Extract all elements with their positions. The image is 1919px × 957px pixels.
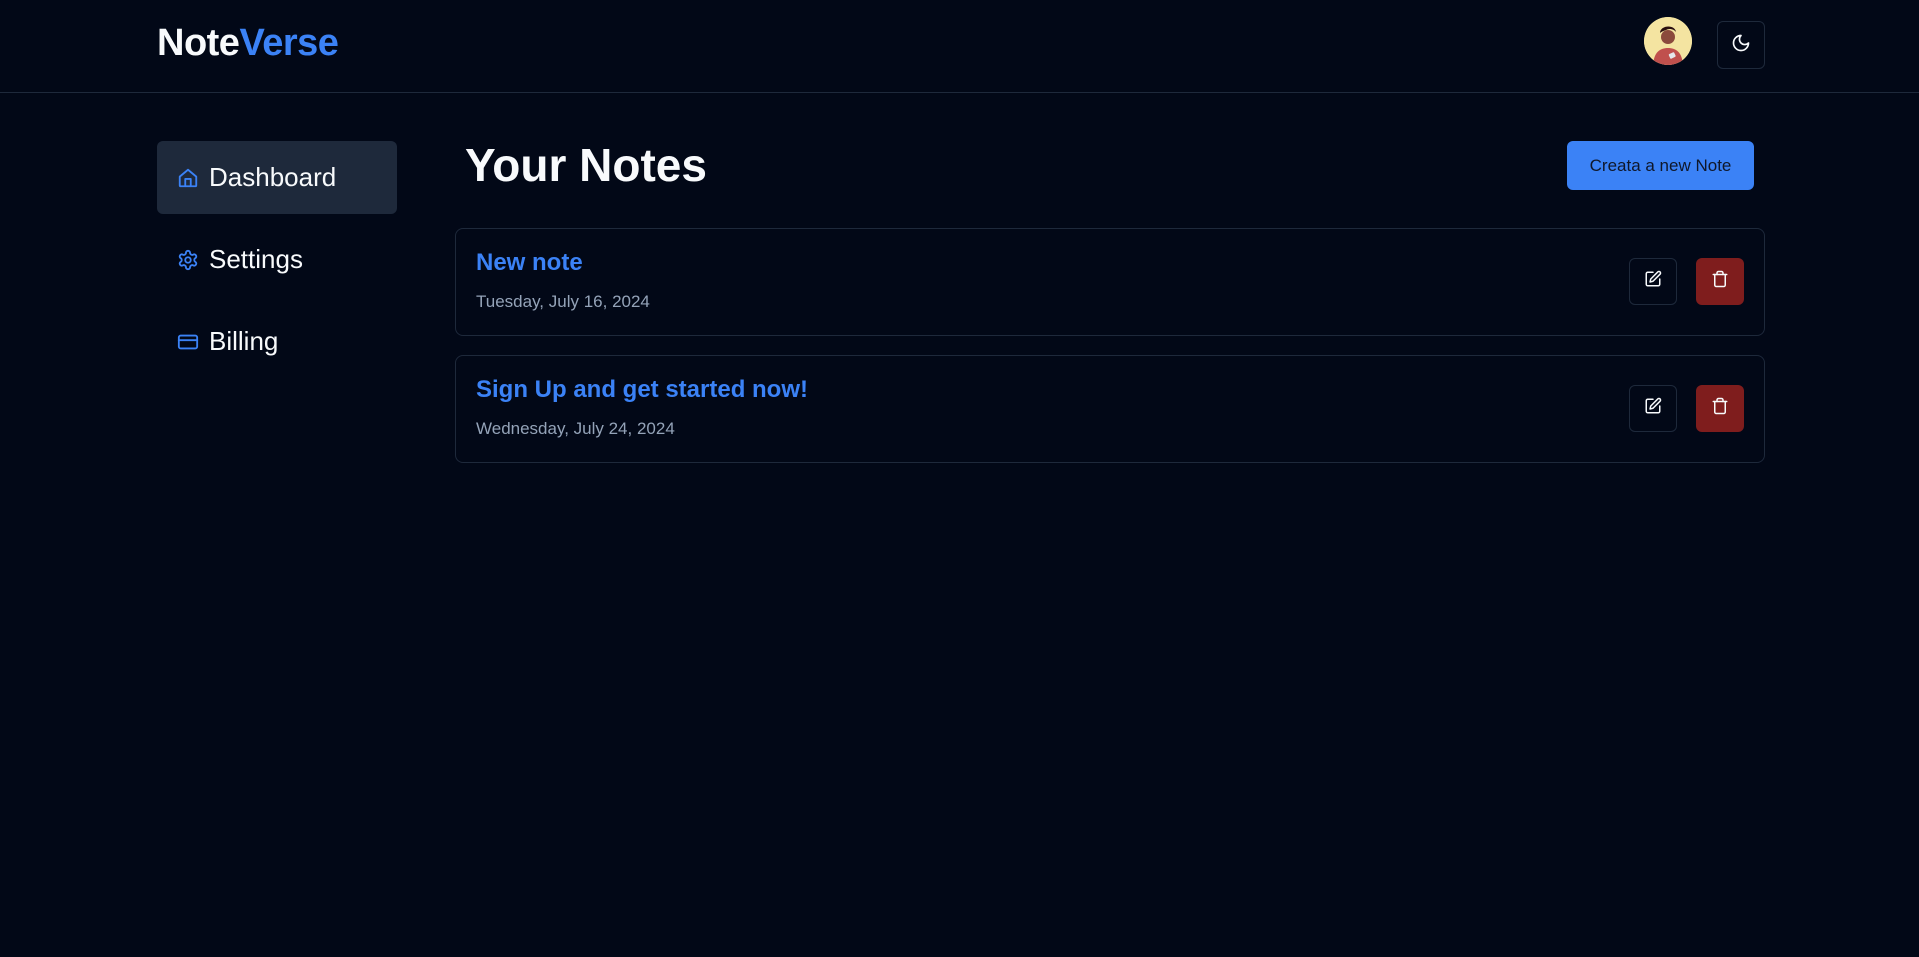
edit-note-button[interactable] bbox=[1629, 385, 1677, 432]
trash-icon bbox=[1711, 397, 1729, 420]
edit-icon bbox=[1644, 270, 1662, 293]
notes-list: New note Tuesday, July 16, 2024 Sign Up … bbox=[455, 228, 1765, 482]
theme-toggle-button[interactable] bbox=[1717, 21, 1765, 69]
top-header: NoteVerse bbox=[0, 0, 1919, 93]
sidebar-item-dashboard[interactable]: Dashboard bbox=[157, 141, 397, 214]
note-date: Tuesday, July 16, 2024 bbox=[476, 292, 650, 311]
moon-icon bbox=[1731, 33, 1751, 58]
gear-icon bbox=[176, 248, 200, 272]
page-title: Your Notes bbox=[465, 139, 707, 191]
app-logo[interactable]: NoteVerse bbox=[157, 22, 339, 65]
logo-text-verse: Verse bbox=[239, 22, 339, 64]
avatar-illustration bbox=[1644, 17, 1692, 65]
sidebar-nav: Dashboard Settings Billing bbox=[157, 141, 397, 387]
delete-note-button[interactable] bbox=[1696, 385, 1744, 432]
delete-note-button[interactable] bbox=[1696, 258, 1744, 305]
edit-note-button[interactable] bbox=[1629, 258, 1677, 305]
sidebar-item-label: Billing bbox=[209, 326, 279, 356]
sidebar-item-label: Settings bbox=[209, 244, 303, 274]
sidebar-item-billing[interactable]: Billing bbox=[157, 305, 397, 378]
home-icon bbox=[176, 166, 200, 190]
note-title[interactable]: Sign Up and get started now! bbox=[476, 376, 808, 404]
edit-icon bbox=[1644, 397, 1662, 420]
note-date: Wednesday, July 24, 2024 bbox=[476, 419, 675, 438]
note-title[interactable]: New note bbox=[476, 249, 583, 277]
note-card: New note Tuesday, July 16, 2024 bbox=[455, 228, 1765, 336]
credit-card-icon bbox=[176, 330, 200, 354]
note-card: Sign Up and get started now! Wednesday, … bbox=[455, 355, 1765, 463]
create-note-button[interactable]: Creata a new Note bbox=[1567, 141, 1754, 190]
sidebar-item-settings[interactable]: Settings bbox=[157, 223, 397, 296]
user-avatar[interactable] bbox=[1644, 17, 1692, 65]
sidebar-item-label: Dashboard bbox=[209, 162, 337, 192]
trash-icon bbox=[1711, 270, 1729, 293]
logo-text-note: Note bbox=[157, 22, 240, 64]
